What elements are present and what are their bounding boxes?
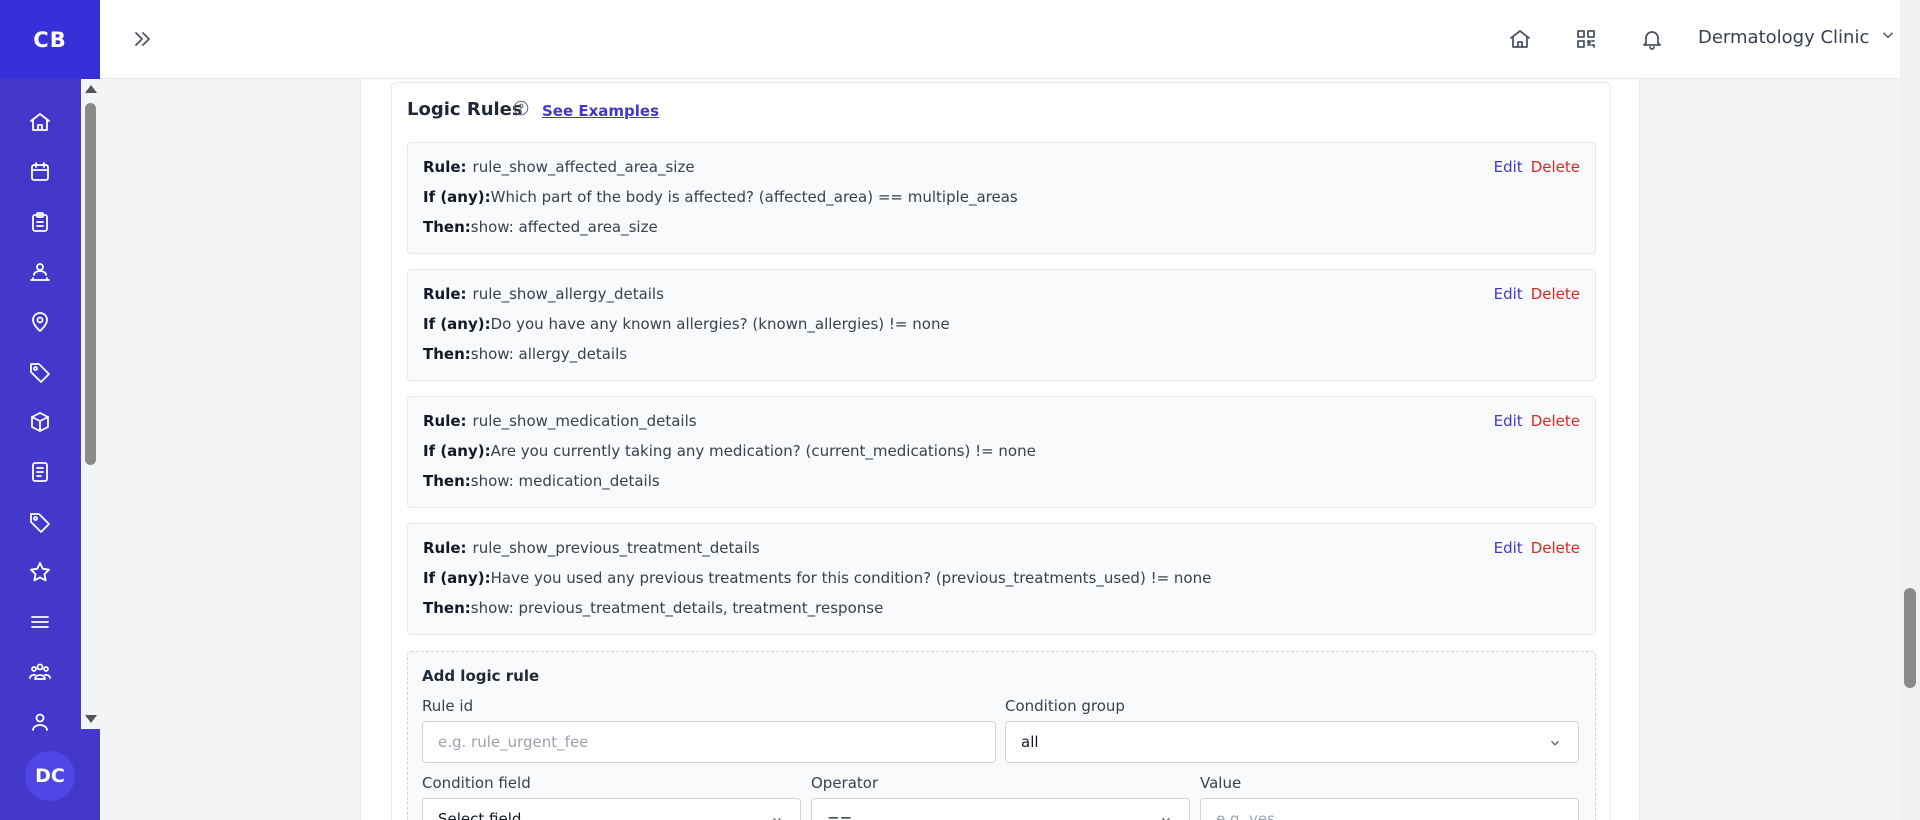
- rule-id-label: Rule id: [422, 697, 474, 715]
- tag-icon[interactable]: [26, 358, 54, 386]
- sidebar-scrollbar[interactable]: [81, 79, 100, 729]
- operator-value: ==: [827, 810, 853, 820]
- edit-rule-button[interactable]: Edit: [1494, 285, 1523, 303]
- clinic-name: Dermatology Clinic: [1698, 27, 1870, 48]
- operator-select[interactable]: ==: [811, 798, 1190, 820]
- edit-rule-button[interactable]: Edit: [1494, 539, 1523, 557]
- rule-condition: Have you used any previous treatments fo…: [490, 569, 1212, 587]
- then-label: Then:: [423, 599, 471, 617]
- rule-action: show: affected_area_size: [470, 218, 658, 236]
- rule-action: show: allergy_details: [470, 345, 628, 363]
- rule-card: Rule: rule_show_affected_area_size If (an…: [407, 142, 1596, 254]
- delete-rule-button[interactable]: Delete: [1531, 412, 1580, 430]
- scrollbar-thumb[interactable]: [85, 103, 96, 465]
- rule-card: Rule: rule_show_allergy_details If (any):…: [407, 269, 1596, 381]
- then-label: Then:: [423, 472, 471, 490]
- edit-rule-button[interactable]: Edit: [1494, 158, 1523, 176]
- condition-field-value: Select field: [438, 810, 522, 820]
- rule-action: show: previous_treatment_details, treatm…: [470, 599, 884, 617]
- chevron-down-icon: [1879, 26, 1897, 49]
- user-icon[interactable]: [26, 708, 54, 736]
- then-label: Then:: [423, 218, 471, 236]
- team-icon[interactable]: [26, 258, 54, 286]
- clipboard-icon[interactable]: [26, 208, 54, 236]
- rule-id: rule_show_affected_area_size: [472, 158, 695, 176]
- home-icon[interactable]: [26, 108, 54, 136]
- condition-group-value: all: [1021, 733, 1039, 751]
- scroll-down-arrow-icon[interactable]: [85, 715, 97, 723]
- rule-card: Rule: rule_show_medication_details If (an…: [407, 396, 1596, 508]
- section-title: Logic Rules: [407, 99, 523, 120]
- rule-label: Rule:: [423, 412, 467, 430]
- calendar-icon[interactable]: [26, 158, 54, 186]
- star-icon[interactable]: [26, 558, 54, 586]
- app-logo[interactable]: CB: [0, 0, 100, 79]
- chevron-down-icon: [770, 813, 784, 820]
- rule-condition: Which part of the body is affected? (aff…: [490, 188, 1018, 206]
- qr-code-icon[interactable]: [1572, 25, 1600, 53]
- if-label: If (any):: [423, 569, 491, 587]
- home-icon[interactable]: [1506, 25, 1534, 53]
- avatar[interactable]: DC: [25, 751, 75, 801]
- help-icon[interactable]: [512, 99, 530, 117]
- rule-id: rule_show_allergy_details: [472, 285, 664, 303]
- sidebar: CB DC: [0, 0, 100, 820]
- condition-group-label: Condition group: [1005, 697, 1125, 715]
- box-icon[interactable]: [26, 408, 54, 436]
- operator-label: Operator: [811, 774, 879, 792]
- rule-id-input[interactable]: e.g. rule_urgent_fee: [422, 721, 996, 763]
- see-examples-link[interactable]: See Examples: [542, 102, 659, 120]
- menu-icon[interactable]: [26, 608, 54, 636]
- rule-id: rule_show_medication_details: [472, 412, 697, 430]
- scroll-up-arrow-icon[interactable]: [85, 85, 97, 93]
- value-label: Value: [1200, 774, 1242, 792]
- rule-condition: Do you have any known allergies? (known_…: [490, 315, 950, 333]
- rule-action: show: medication_details: [470, 472, 660, 490]
- rule-label: Rule:: [423, 285, 467, 303]
- chevron-down-icon: [1548, 736, 1562, 750]
- tag-icon[interactable]: [26, 508, 54, 536]
- clinic-selector[interactable]: Dermatology Clinic: [1698, 26, 1897, 49]
- condition-field-select[interactable]: Select field: [422, 798, 801, 820]
- rule-card: Rule: rule_show_previous_treatment_detail…: [407, 523, 1596, 635]
- top-header: Dermatology Clinic: [100, 0, 1900, 79]
- edit-rule-button[interactable]: Edit: [1494, 412, 1523, 430]
- if-label: If (any):: [423, 442, 491, 460]
- rule-label: Rule:: [423, 539, 467, 557]
- document-icon[interactable]: [26, 458, 54, 486]
- if-label: If (any):: [423, 188, 491, 206]
- page-scrollbar[interactable]: [1900, 0, 1920, 820]
- add-rule-title: Add logic rule: [422, 667, 540, 685]
- bell-icon[interactable]: [1638, 25, 1666, 53]
- rule-label: Rule:: [423, 158, 467, 176]
- group-icon[interactable]: [26, 658, 54, 686]
- page-scrollbar-thumb[interactable]: [1904, 588, 1916, 688]
- delete-rule-button[interactable]: Delete: [1531, 158, 1580, 176]
- chevron-down-icon: [1159, 813, 1173, 820]
- delete-rule-button[interactable]: Delete: [1531, 539, 1580, 557]
- condition-field-label: Condition field: [422, 774, 531, 792]
- then-label: Then:: [423, 345, 471, 363]
- if-label: If (any):: [423, 315, 491, 333]
- rule-id: rule_show_previous_treatment_details: [472, 539, 760, 557]
- expand-sidebar-icon[interactable]: [128, 25, 156, 53]
- value-input[interactable]: e.g. yes: [1200, 798, 1579, 820]
- rule-condition: Are you currently taking any medication?…: [490, 442, 1036, 460]
- condition-group-select[interactable]: all: [1005, 721, 1579, 763]
- location-icon[interactable]: [26, 308, 54, 336]
- delete-rule-button[interactable]: Delete: [1531, 285, 1580, 303]
